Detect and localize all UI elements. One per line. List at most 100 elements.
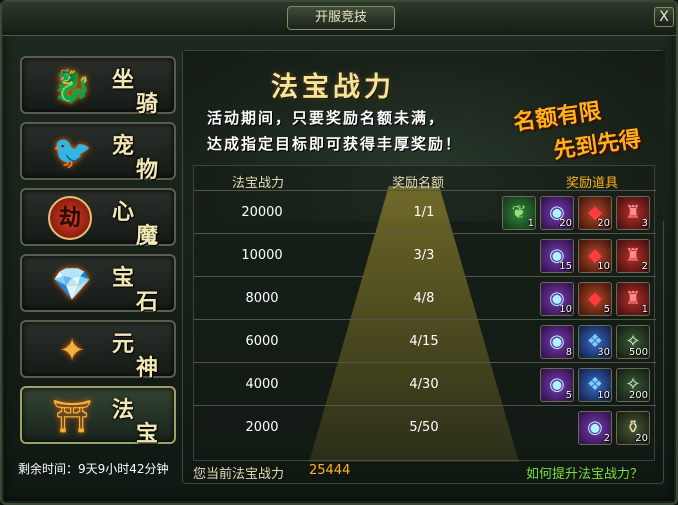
header-rewards: 奖励道具 (566, 176, 619, 191)
sidebar-label-char: 元 (112, 331, 135, 357)
reward-items: ◉ 8 ❖ 30 ✧ 500 (540, 325, 650, 359)
how-to-improve-link[interactable]: 如何提升法宝战力？ (526, 463, 643, 482)
sidebar-label-char: 石 (136, 289, 159, 315)
row-power: 10000 (241, 248, 283, 263)
reward-items: ◉ 15 ◆ 10 ♜ 2 (540, 239, 650, 273)
row-quota: 5/50 (409, 420, 439, 435)
sidebar-item-4[interactable]: 💎 宝石 (20, 254, 176, 315)
mount-dragon-icon: 🐉 (52, 67, 92, 105)
sidebar-label-char: 魔 (136, 223, 159, 249)
sidebar-item-label: 宝石 (108, 260, 168, 315)
sidebar-label-char: 法 (112, 397, 135, 423)
row-power: 4000 (245, 377, 279, 392)
header-quota: 奖励名额 (392, 176, 445, 191)
sidebar-item-1[interactable]: 🐉 坐骑 (20, 56, 176, 117)
sidebar-label-char: 坐 (112, 67, 135, 93)
item-count: 1 (641, 304, 648, 315)
sidebar-item-label: 法宝 (108, 392, 168, 447)
sidebar-label-char: 神 (136, 355, 159, 381)
sidebar-label-char: 宠 (112, 133, 135, 159)
spirit-orb-icon[interactable]: ◉ 10 (540, 282, 574, 316)
item-count: 500 (628, 347, 648, 358)
description-line-1: 活动期间，只要奖励名额未满， (207, 109, 446, 127)
red-gem-icon[interactable]: ◆ 5 (578, 282, 612, 316)
header-power: 法宝战力 (232, 176, 285, 191)
item-count: 20 (559, 218, 572, 229)
sidebar-label-char: 物 (136, 157, 159, 183)
crystal-shard-icon[interactable]: ✧ 500 (616, 325, 650, 359)
table-row: 6000 4/15 ◉ 8 ❖ 30 ✧ 500 (194, 319, 656, 362)
table-row: 20000 1/1 ❦ 1 ◉ 20 ◆ 20 ♜ 3 (194, 190, 656, 233)
item-count: 10 (559, 304, 572, 315)
sidebar-item-5[interactable]: ✦ 元神 (20, 320, 176, 381)
sidebar-item-label: 心魔 (108, 194, 168, 249)
spirit-orb-icon[interactable]: ◉ 20 (540, 196, 574, 230)
item-count: 5 (565, 390, 572, 401)
category-sidebar: 🐉 坐骑 🐦 宠物劫心魔 💎 宝石 ✦ 元神 ⛩ 法宝 (20, 56, 176, 451)
item-count: 200 (628, 390, 648, 401)
item-count: 2 (641, 261, 648, 272)
table-row: 8000 4/8 ◉ 10 ◆ 5 ♜ 1 (194, 276, 656, 319)
leaf-icon[interactable]: ❦ 1 (502, 196, 536, 230)
sidebar-item-label: 元神 (108, 326, 168, 381)
reward-items: ◉ 2 ⚱ 20 (578, 411, 650, 445)
red-pouch-icon[interactable]: ♜ 1 (616, 282, 650, 316)
row-power: 8000 (245, 291, 279, 306)
spirit-orb-icon: ✦ (58, 331, 86, 369)
table-row: 4000 4/30 ◉ 5 ❖ 10 ✧ 200 (194, 362, 656, 405)
row-quota: 4/8 (413, 291, 435, 306)
blue-stone-icon[interactable]: ❖ 30 (578, 325, 612, 359)
table-row: 2000 5/50 ◉ 2 ⚱ 20 (194, 405, 656, 448)
sidebar-label-char: 宝 (112, 265, 135, 291)
item-count: 30 (597, 347, 610, 358)
item-count: 10 (597, 261, 610, 272)
spirit-orb-icon[interactable]: ◉ 8 (540, 325, 574, 359)
sidebar-label-char: 心 (112, 199, 135, 225)
chain-amulet-icon[interactable]: ⚱ 20 (616, 411, 650, 445)
item-count: 8 (565, 347, 572, 358)
item-count: 20 (635, 433, 648, 444)
red-gem-icon[interactable]: ◆ 20 (578, 196, 612, 230)
current-power-label: 您当前法宝战力 (193, 467, 285, 482)
sidebar-item-2[interactable]: 🐦 宠物 (20, 122, 176, 183)
row-power: 6000 (245, 334, 279, 349)
title-bar: 开服竞技 X (2, 2, 676, 36)
window-title: 开服竞技 (287, 6, 395, 30)
treasure-cauldron-icon: ⛩ (51, 397, 93, 435)
row-quota: 4/15 (409, 334, 439, 349)
sidebar-item-label: 坐骑 (108, 62, 168, 117)
blue-stone-icon[interactable]: ❖ 10 (578, 368, 612, 402)
item-count: 3 (641, 218, 648, 229)
red-pouch-icon[interactable]: ♜ 3 (616, 196, 650, 230)
game-window: 开服竞技 X 🐉坐骑🐦宠物劫心魔💎宝石✦元神⛩法宝 ❯ 剩余时间：9天9小时42… (0, 0, 678, 505)
crystal-shard-icon[interactable]: ✧ 200 (616, 368, 650, 402)
close-button[interactable]: X (654, 7, 674, 27)
item-count: 5 (603, 304, 610, 315)
red-pouch-icon[interactable]: ♜ 2 (616, 239, 650, 273)
pet-phoenix-icon: 🐦 (52, 133, 92, 171)
spirit-orb-icon[interactable]: ◉ 15 (540, 239, 574, 273)
row-quota: 4/30 (409, 377, 439, 392)
description-line-2: 达成指定目标即可获得丰厚奖励！ (207, 135, 463, 153)
spirit-orb-icon[interactable]: ◉ 2 (578, 411, 612, 445)
spirit-orb-icon[interactable]: ◉ 5 (540, 368, 574, 402)
item-count: 10 (597, 390, 610, 401)
sidebar-item-6[interactable]: ⛩ 法宝 (20, 386, 176, 447)
red-gem-icon[interactable]: ◆ 10 (578, 239, 612, 273)
item-count: 20 (597, 218, 610, 229)
row-power: 2000 (245, 420, 279, 435)
reward-table: 法宝战力 奖励名额 奖励道具 20000 1/1 ❦ 1 ◉ 20 ◆ 20 ♜ 3 10000 3/… (193, 165, 656, 462)
reward-items: ❦ 1 ◉ 20 ◆ 20 ♜ 3 (502, 196, 650, 230)
gemstone-icon: 💎 (52, 265, 92, 303)
sidebar-label-char: 宝 (136, 421, 159, 447)
sidebar-label-char: 骑 (136, 91, 159, 117)
inner-demon-seal-icon: 劫 (32, 194, 112, 242)
reward-items: ◉ 5 ❖ 10 ✧ 200 (540, 368, 650, 402)
row-power: 20000 (241, 205, 283, 220)
reward-items: ◉ 10 ◆ 5 ♜ 1 (540, 282, 650, 316)
sidebar-item-3[interactable]: 劫心魔 (20, 188, 176, 249)
table-row: 10000 3/3 ◉ 15 ◆ 10 ♜ 2 (194, 233, 656, 276)
main-panel: 法宝战力 活动期间，只要奖励名额未满， 达成指定目标即可获得丰厚奖励！ 名额有限… (182, 50, 665, 484)
current-power-value: 25444 (309, 463, 351, 478)
item-count: 15 (559, 261, 572, 272)
